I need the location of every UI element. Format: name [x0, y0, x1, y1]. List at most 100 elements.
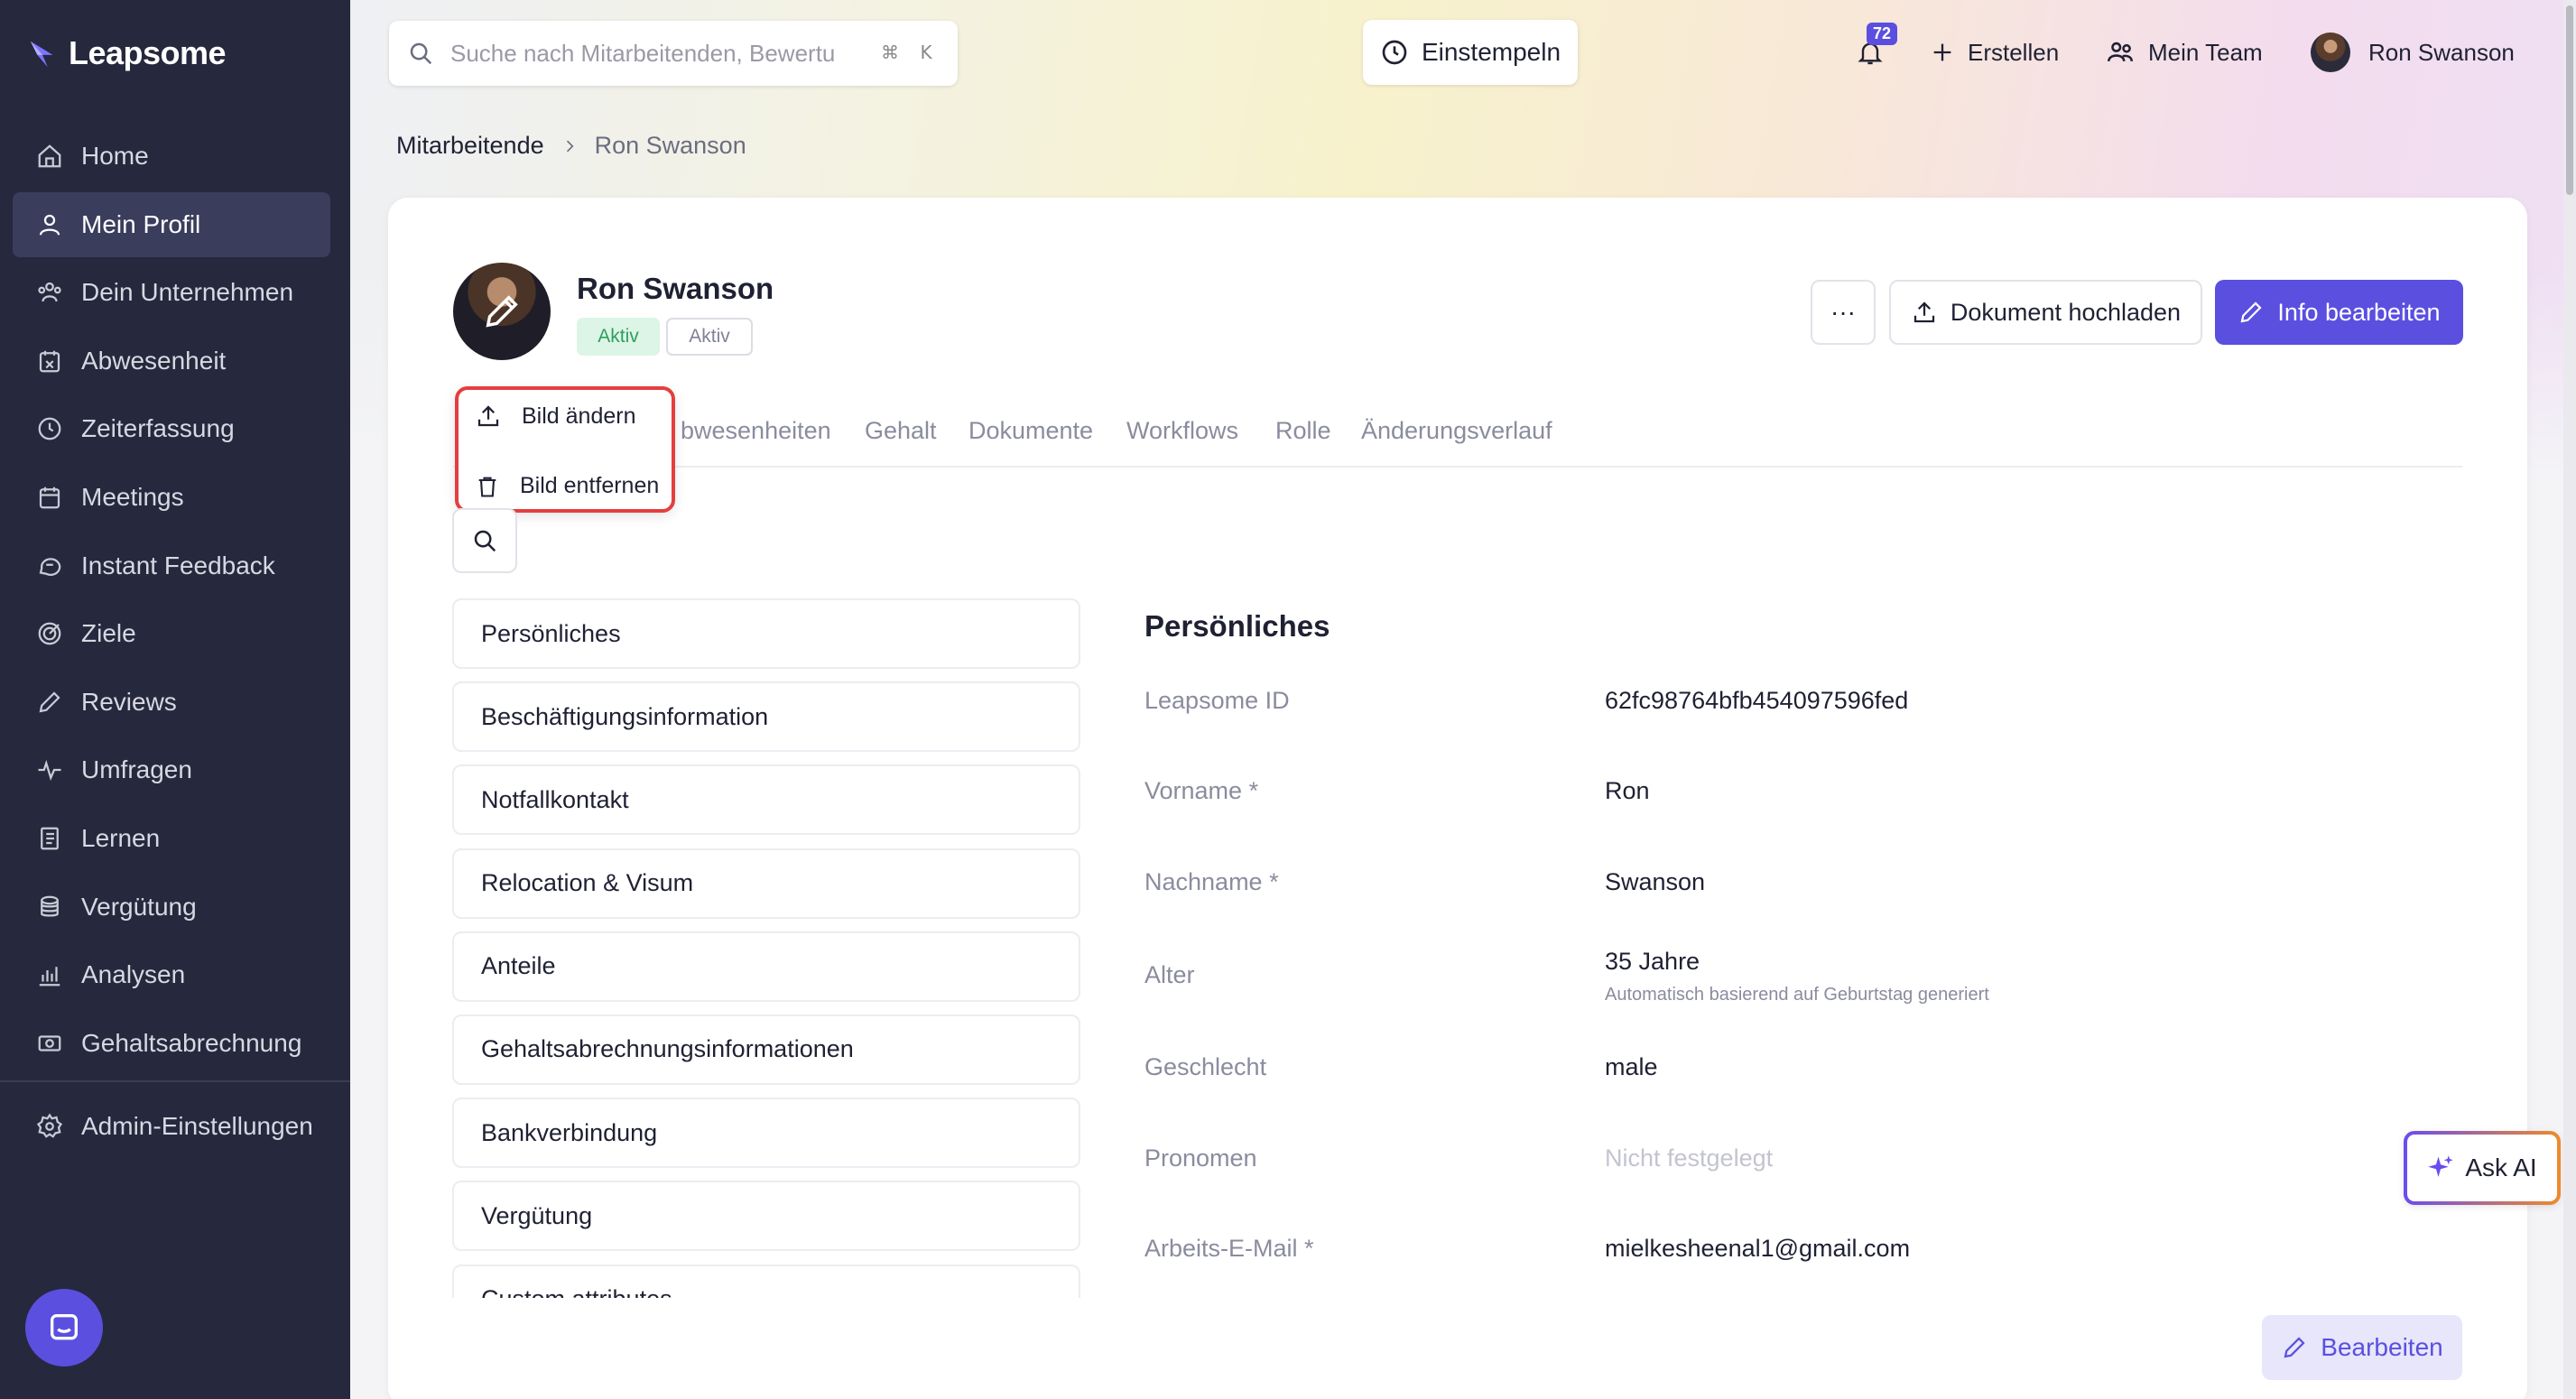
- change-picture-item[interactable]: Bild ändern: [475, 403, 635, 430]
- sidebar-item-label: Vergütung: [81, 892, 197, 921]
- search-input[interactable]: [450, 39, 857, 68]
- sidebar-item-reviews[interactable]: Reviews: [13, 670, 330, 735]
- field-label-arbeits-email: Arbeits-E-Mail *: [1144, 1235, 1314, 1262]
- section-item-anteile[interactable]: Anteile: [452, 931, 1080, 1002]
- support-chat-button[interactable]: [25, 1289, 103, 1367]
- upload-document-button[interactable]: Dokument hochladen: [1889, 280, 2202, 345]
- clock-icon: [1382, 40, 1407, 65]
- field-value-vorname: Ron: [1605, 777, 1650, 804]
- tab-workflows[interactable]: Workflows: [1126, 417, 1238, 445]
- profile-avatar[interactable]: [453, 263, 551, 360]
- app-name: Leapsome: [69, 34, 227, 71]
- cash-icon: [38, 1035, 61, 1052]
- pencil-icon: [2240, 301, 2263, 323]
- breadcrumb-parent[interactable]: Mitarbeitende: [396, 132, 544, 160]
- shortcut-key: K: [920, 42, 932, 63]
- my-team-label: Mein Team: [2148, 38, 2263, 66]
- page-scrollbar-thumb[interactable]: [2566, 5, 2573, 195]
- notification-count-badge: 72: [1867, 23, 1898, 45]
- tab-anderungsverlauf[interactable]: Änderungsverlauf: [1361, 417, 1552, 445]
- more-options-button[interactable]: ···: [1811, 280, 1876, 345]
- sidebar-item-label: Analysen: [81, 960, 186, 989]
- section-item-beschaftigungsinformation[interactable]: Beschäftigungsinformation: [452, 681, 1080, 753]
- field-label-leapsome-id: Leapsome ID: [1144, 687, 1290, 714]
- profile-tabs: bwesenheiten Gehalt Dokumente Workflows …: [453, 397, 2462, 468]
- section-item-bankverbindung[interactable]: Bankverbindung: [452, 1098, 1080, 1169]
- breadcrumb: Mitarbeitende Ron Swanson: [396, 132, 746, 160]
- field-hint-alter: Automatisch basierend auf Geburtstag gen…: [1605, 985, 1989, 1005]
- edit-info-button[interactable]: Info bearbeiten: [2215, 280, 2463, 345]
- chart-icon: [39, 967, 60, 987]
- avatar-menu: Bild ändern Bild entfernen: [455, 386, 675, 513]
- people-icon: [38, 283, 61, 302]
- sidebar-item-dein-unternehmen[interactable]: Dein Unternehmen: [13, 260, 330, 325]
- sidebar-item-gehaltsabrechnung[interactable]: Gehaltsabrechnung: [13, 1011, 330, 1076]
- global-search[interactable]: ⌘ K: [389, 21, 958, 86]
- field-value-pronomen: Nicht festgelegt: [1605, 1144, 1774, 1172]
- status-select[interactable]: Aktiv: [666, 318, 753, 356]
- sidebar-item-admin-einstellungen[interactable]: Admin-Einstellungen: [13, 1094, 330, 1159]
- field-label-geschlecht: Geschlecht: [1144, 1053, 1267, 1080]
- leapsome-logo[interactable]: Leapsome: [27, 34, 227, 72]
- search-icon: [410, 42, 432, 65]
- sidebar-item-label: Mein Profil: [81, 209, 201, 238]
- section-item-custom-attributes[interactable]: Custom attributes: [452, 1264, 1080, 1298]
- sidebar-item-mein-profil[interactable]: Mein Profil: [13, 191, 330, 257]
- remove-picture-label: Bild entfernen: [520, 473, 660, 498]
- sidebar-item-instant-feedback[interactable]: Instant Feedback: [13, 533, 330, 598]
- section-list: Persönliches Beschäftigungsinformation N…: [452, 598, 1080, 1298]
- upload-document-label: Dokument hochladen: [1950, 298, 2182, 326]
- team-icon: [2107, 42, 2134, 62]
- detail-section-title: Persönliches: [1144, 609, 1330, 643]
- sidebar-item-abwesenheit[interactable]: Abwesenheit: [13, 329, 330, 394]
- field-label-nachname: Nachname *: [1144, 868, 1279, 895]
- edit-section-button[interactable]: Bearbeiten: [2262, 1315, 2462, 1380]
- tab-gehalt[interactable]: Gehalt: [865, 417, 937, 445]
- plus-icon: [1933, 43, 1951, 61]
- sidebar-item-label: Zeiterfassung: [81, 414, 235, 443]
- sidebar-item-lernen[interactable]: Lernen: [13, 806, 330, 871]
- sidebar-item-umfragen[interactable]: Umfragen: [13, 737, 330, 802]
- sidebar-item-label: Umfragen: [81, 755, 192, 784]
- section-item-relocation-visum[interactable]: Relocation & Visum: [452, 848, 1080, 919]
- remove-picture-item[interactable]: Bild entfernen: [475, 473, 659, 499]
- sidebar-item-ziele[interactable]: Ziele: [13, 601, 330, 666]
- tab-abwesenheiten[interactable]: bwesenheiten: [681, 417, 831, 445]
- sidebar-item-label: Ziele: [81, 619, 136, 648]
- user-icon: [39, 214, 60, 236]
- sidebar-item-label: Abwesenheit: [81, 346, 227, 375]
- section-item-notfallkontakt[interactable]: Notfallkontakt: [452, 764, 1080, 836]
- sidebar-item-label: Reviews: [81, 687, 177, 716]
- sidebar-item-meetings[interactable]: Meetings: [13, 465, 330, 530]
- sidebar-item-analysen[interactable]: Analysen: [13, 942, 330, 1007]
- my-team-button[interactable]: Mein Team: [2105, 20, 2263, 85]
- sidebar-admin: Admin-Einstellungen: [13, 1094, 330, 1163]
- section-search-button[interactable]: [452, 508, 517, 573]
- clock-in-button[interactable]: Einstempeln: [1363, 20, 1578, 85]
- user-menu[interactable]: Ron Swanson: [2311, 20, 2515, 85]
- trash-icon: [478, 477, 496, 497]
- page-scrollbar[interactable]: [2563, 0, 2576, 1399]
- field-label-alter: Alter: [1144, 961, 1195, 988]
- sidebar-item-vergutung[interactable]: Vergütung: [13, 875, 330, 940]
- tab-dokumente[interactable]: Dokumente: [968, 417, 1093, 445]
- sidebar-item-label: Gehaltsabrechnung: [81, 1028, 302, 1057]
- sidebar-item-zeiterfassung[interactable]: Zeiterfassung: [13, 396, 330, 461]
- pulse-icon: [38, 760, 61, 782]
- chat-bubble-icon: [51, 1314, 78, 1340]
- create-button[interactable]: Erstellen: [1930, 20, 2059, 85]
- field-value-geschlecht: male: [1605, 1053, 1658, 1080]
- sparkle-icon: [2428, 1155, 2454, 1177]
- search-icon: [474, 530, 496, 552]
- tab-rolle[interactable]: Rolle: [1275, 417, 1331, 445]
- section-item-gehaltsabrechnungsinformationen[interactable]: Gehaltsabrechnungsinformationen: [452, 1014, 1080, 1085]
- field-value-leapsome-id: 62fc98764bfb454097596fed: [1605, 687, 1909, 714]
- chevron-right-icon: [566, 140, 574, 152]
- sidebar-item-home[interactable]: Home: [13, 124, 330, 189]
- section-item-vergutung[interactable]: Vergütung: [452, 1181, 1080, 1252]
- field-value-alter: 35 Jahre: [1605, 948, 1700, 975]
- ask-ai-button[interactable]: Ask AI: [2404, 1131, 2561, 1205]
- field-value-nachname: Swanson: [1605, 868, 1706, 895]
- section-item-personliches[interactable]: Persönliches: [452, 598, 1080, 669]
- ask-ai-label: Ask AI: [2465, 1153, 2537, 1181]
